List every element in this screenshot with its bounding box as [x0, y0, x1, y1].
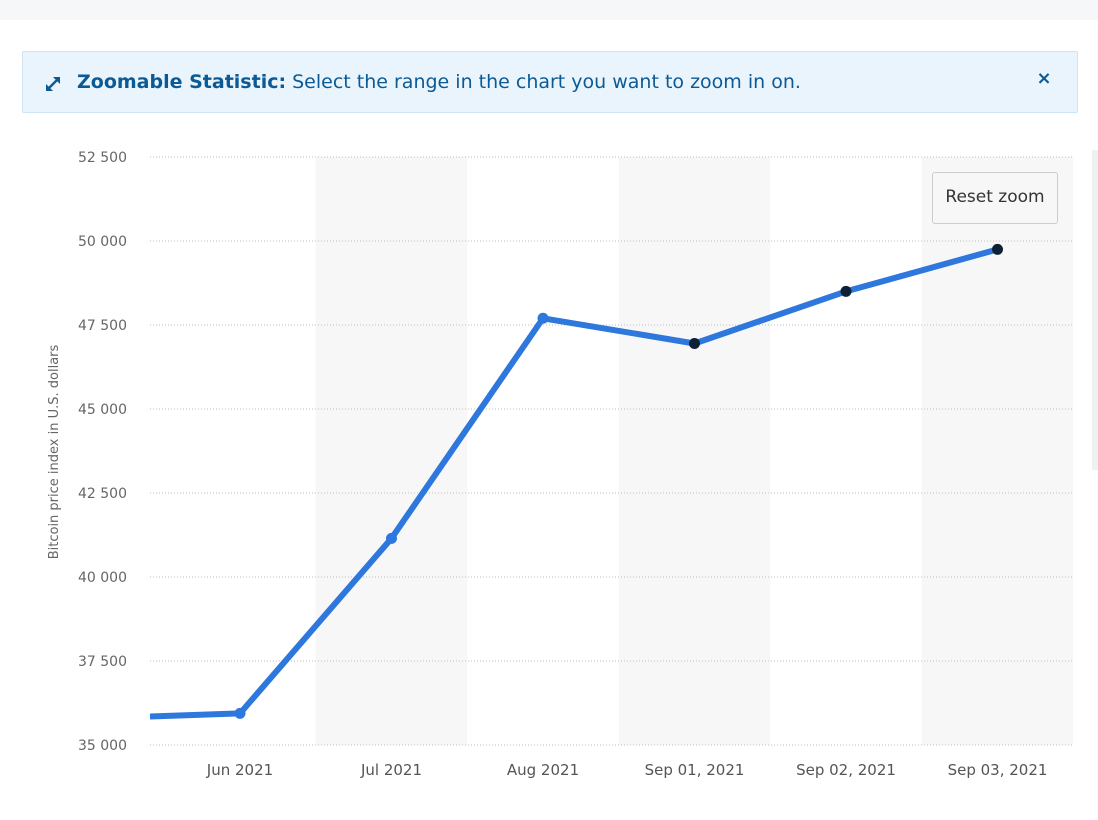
data-point[interactable]	[992, 243, 1003, 255]
y-tick-label: 47 500	[78, 318, 127, 334]
x-axis-ticks: Jun 2021 Jul 2021 Aug 2021 Sep 01, 2021 Sep …	[206, 761, 1048, 779]
y-tick-label: 40 000	[78, 570, 127, 586]
series-line-path	[149, 246, 999, 720]
close-icon[interactable]: ×	[1033, 68, 1055, 90]
series-line	[149, 246, 999, 720]
x-tick-label: Aug 2021	[507, 761, 579, 779]
banner-text: Zoomable Statistic: Select the range in …	[77, 71, 801, 93]
page-top-strip	[0, 0, 1098, 20]
right-edge-panel	[1092, 150, 1098, 470]
data-point[interactable]	[840, 285, 852, 297]
y-tick-label: 45 000	[78, 402, 127, 418]
zoom-info-banner: Zoomable Statistic: Select the range in …	[22, 51, 1078, 113]
y-axis-ticks: 35 000 37 500 40 000 42 500 45 000 47 500 50 0…	[78, 150, 127, 754]
y-axis-label: Bitcoin price index in U.S. dollars	[47, 344, 62, 559]
x-tick-label: Jul 2021	[360, 761, 422, 779]
y-tick-label: 52 500	[78, 150, 127, 166]
x-tick-label: Sep 03, 2021	[948, 761, 1048, 779]
banner-title: Zoomable Statistic:	[77, 71, 287, 93]
y-tick-label: 37 500	[78, 654, 127, 670]
column-band	[315, 157, 468, 745]
data-point[interactable]	[234, 707, 246, 719]
banner-message: Select the range in the chart you want t…	[292, 71, 801, 93]
y-tick-label: 42 500	[78, 486, 127, 502]
x-tick-label: Sep 02, 2021	[796, 761, 896, 779]
column-band	[618, 157, 771, 745]
data-point[interactable]	[689, 337, 700, 349]
alternate-bands	[315, 157, 1074, 745]
reset-zoom-button[interactable]: Reset zoom	[932, 172, 1058, 224]
data-point[interactable]	[386, 532, 397, 544]
y-tick-label: 50 000	[78, 234, 127, 250]
x-tick-label: Jun 2021	[206, 761, 273, 779]
x-tick-label: Sep 01, 2021	[645, 761, 745, 779]
y-tick-label: 35 000	[78, 738, 127, 754]
expand-arrows-icon	[46, 77, 60, 91]
data-point[interactable]	[537, 312, 549, 324]
